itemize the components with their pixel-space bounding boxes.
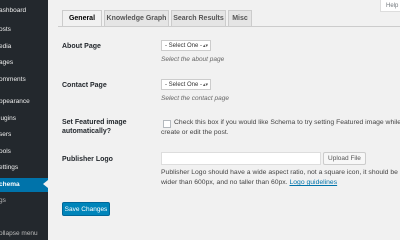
sidebar-item-label: gs bbox=[0, 197, 6, 204]
contact-page-description: Select the contact page bbox=[161, 95, 229, 102]
admin-sidebar: ashboard osts edia ages omments ppearanc… bbox=[0, 0, 48, 240]
tab-divider bbox=[58, 26, 400, 27]
about-page-description: Select the about page bbox=[161, 56, 225, 63]
sidebar-item-plugins[interactable]: lugins bbox=[0, 113, 48, 125]
featured-image-label-line2: automatically? bbox=[62, 128, 112, 135]
upload-file-button[interactable]: Upload File bbox=[323, 152, 366, 165]
sidebar-item-pages[interactable]: ages bbox=[0, 57, 48, 69]
tab-knowledge-graph[interactable]: Knowledge Graph bbox=[104, 10, 169, 26]
publisher-logo-input[interactable] bbox=[161, 152, 321, 165]
publisher-logo-label: Publisher Logo bbox=[62, 156, 113, 163]
tab-misc[interactable]: Misc bbox=[228, 10, 252, 26]
sidebar-item-label: ettings bbox=[0, 164, 19, 171]
sidebar-item-label: ages bbox=[0, 59, 14, 66]
collapse-menu-button[interactable]: ollapse menu bbox=[0, 228, 48, 240]
help-tab[interactable]: Help bbox=[380, 0, 400, 12]
sidebar-item-label: lugins bbox=[0, 115, 16, 122]
sidebar-item-posts[interactable]: osts bbox=[0, 24, 48, 36]
featured-image-help-line1: Check this box if you would like Schema … bbox=[174, 119, 400, 126]
publisher-logo-desc-line2: wider than 600px, and no taller than 60p… bbox=[161, 178, 337, 188]
sidebar-item-label: ools bbox=[0, 148, 11, 155]
publisher-logo-desc-text: wider than 600px, and no taller than 60p… bbox=[161, 179, 288, 186]
contact-page-label: Contact Page bbox=[62, 82, 107, 89]
contact-page-select[interactable]: - Select One - ▴▾ bbox=[161, 79, 211, 90]
sidebar-item-settings-sub[interactable]: gs bbox=[0, 195, 48, 207]
tab-search-results[interactable]: Search Results bbox=[171, 10, 226, 26]
sidebar-item-label: chema bbox=[0, 181, 20, 188]
sidebar-item-label: sers bbox=[0, 131, 12, 138]
sidebar-item-media[interactable]: edia bbox=[0, 41, 48, 53]
featured-image-help-line2: create or edit the post. bbox=[161, 129, 229, 136]
logo-guidelines-link[interactable]: Logo guidelines bbox=[289, 179, 337, 186]
select-arrows-icon: ▴▾ bbox=[202, 82, 208, 88]
publisher-logo-desc-line1: Publisher Logo should have a wide aspect… bbox=[161, 169, 400, 176]
save-changes-button[interactable]: Save Changes bbox=[62, 202, 110, 216]
sidebar-item-label: omments bbox=[0, 76, 26, 83]
sidebar-item-appearance[interactable]: ppearance bbox=[0, 96, 48, 108]
sidebar-item-label: ashboard bbox=[0, 7, 27, 14]
about-page-label: About Page bbox=[62, 43, 101, 50]
sidebar-item-comments[interactable]: omments bbox=[0, 74, 48, 86]
tab-general[interactable]: General bbox=[62, 10, 102, 27]
sidebar-item-tools[interactable]: ools bbox=[0, 146, 48, 158]
sidebar-item-label: ppearance bbox=[0, 98, 30, 105]
about-page-select-value: - Select One - bbox=[165, 43, 203, 49]
sidebar-item-dashboard[interactable]: ashboard bbox=[0, 5, 48, 17]
select-arrows-icon: ▴▾ bbox=[202, 43, 208, 49]
sidebar-item-schema[interactable]: chema bbox=[0, 178, 48, 192]
contact-page-select-value: - Select One - bbox=[165, 82, 203, 88]
featured-image-checkbox[interactable] bbox=[163, 120, 171, 128]
sidebar-item-users[interactable]: sers bbox=[0, 129, 48, 141]
featured-image-label-line1: Set Featured image bbox=[62, 119, 127, 126]
sidebar-item-label: osts bbox=[0, 26, 11, 33]
sidebar-item-label: edia bbox=[0, 43, 12, 50]
collapse-menu-label: ollapse menu bbox=[0, 230, 38, 237]
about-page-select[interactable]: - Select One - ▴▾ bbox=[161, 40, 211, 51]
featured-image-label: Set Featured image automatically? bbox=[62, 118, 127, 136]
sidebar-item-settings[interactable]: ettings bbox=[0, 162, 48, 174]
